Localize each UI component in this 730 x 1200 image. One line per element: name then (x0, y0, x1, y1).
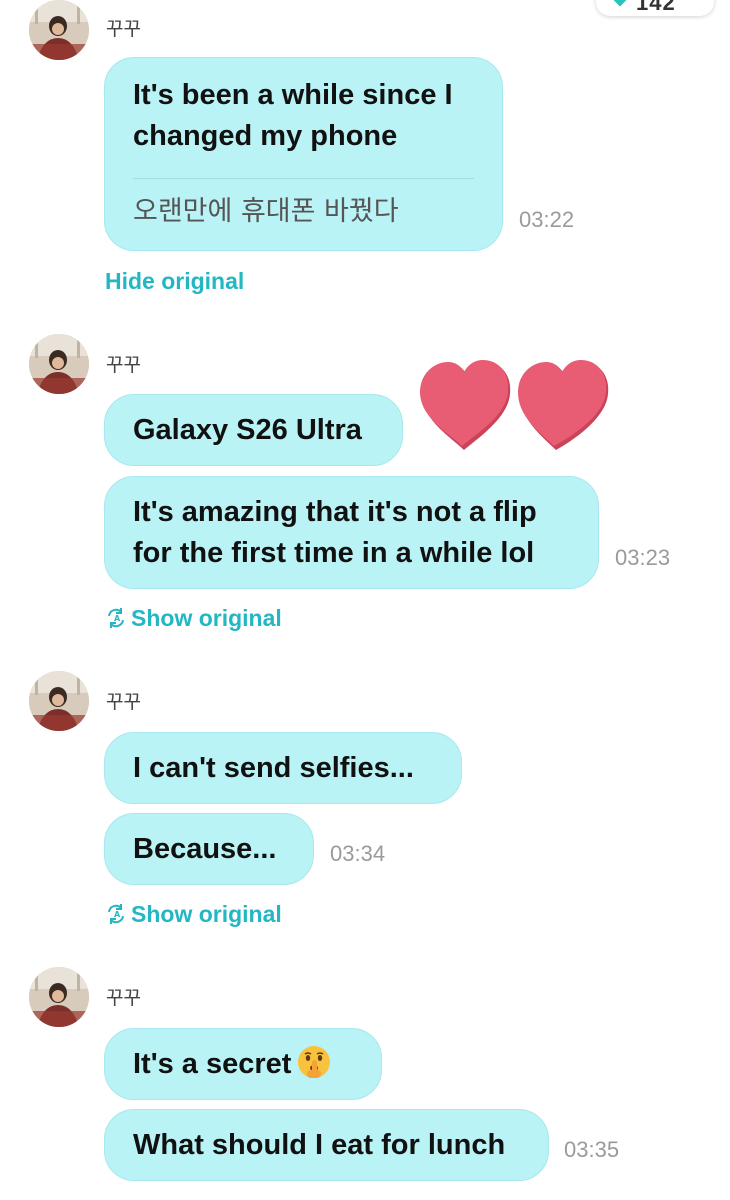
message-bubble[interactable]: Because... (104, 813, 314, 885)
show-original-link[interactable]: A Show original (105, 901, 282, 928)
message-line: changed my phone (133, 120, 398, 152)
show-original-label: Show original (131, 605, 282, 631)
divider (133, 178, 474, 179)
sender-name: 꾸꾸 (106, 691, 141, 713)
sender-name: 꾸꾸 (106, 354, 141, 376)
message-bubble[interactable]: It's a secret (104, 1028, 382, 1100)
avatar[interactable] (29, 0, 89, 60)
timestamp: 03:34 (330, 841, 386, 866)
message-line: It's amazing that it's not a flip (133, 496, 537, 528)
two-hearts-icon[interactable] (416, 358, 612, 454)
hide-original-link[interactable]: Hide original (105, 268, 244, 295)
original-text: 오랜만에 휴대폰 바꿨다 (133, 196, 399, 227)
message-line: It's a secret (133, 1044, 331, 1085)
hide-original-label: Hide original (105, 268, 245, 294)
show-original-link[interactable]: A Show original (105, 605, 282, 632)
translate-icon: A (108, 904, 124, 924)
avatar[interactable] (29, 671, 89, 731)
sender-name: 꾸꾸 (106, 18, 141, 40)
message-bubble[interactable]: It's been a while since I changed my pho… (104, 57, 503, 251)
show-original-label: Show original (131, 901, 282, 927)
timestamp: 03:22 (519, 207, 575, 232)
timestamp: 03:23 (615, 545, 671, 570)
message-bubble[interactable]: What should I eat for lunch (104, 1109, 549, 1181)
message-line: What should I eat for lunch (133, 1129, 506, 1161)
message-bubble[interactable]: It's amazing that it's not a flip for th… (104, 476, 599, 589)
timestamp: 03:35 (564, 1137, 620, 1162)
message-bubble[interactable]: I can't send selfies... (104, 732, 462, 804)
message-line: Galaxy S26 Ultra (133, 414, 362, 446)
message-text: It's a secret (133, 1048, 292, 1080)
shushing-face-icon (298, 1046, 331, 1078)
svg-text:A: A (114, 910, 121, 919)
sender-name: 꾸꾸 (106, 987, 141, 1009)
message-bubble[interactable]: Galaxy S26 Ultra (104, 394, 403, 466)
avatar[interactable] (29, 967, 89, 1027)
message-line: Because... (133, 833, 277, 865)
message-line: for the first time in a while lol (133, 537, 535, 569)
message-line: It's been a while since I (133, 79, 453, 111)
status-pill[interactable]: 142 (596, 0, 714, 16)
svg-text:A: A (114, 614, 121, 623)
message-line: I can't send selfies... (133, 752, 414, 784)
status-pill-text: 142 (636, 0, 676, 15)
avatar[interactable] (29, 334, 89, 394)
diamond-icon (611, 0, 629, 7)
translate-icon: A (108, 608, 124, 628)
